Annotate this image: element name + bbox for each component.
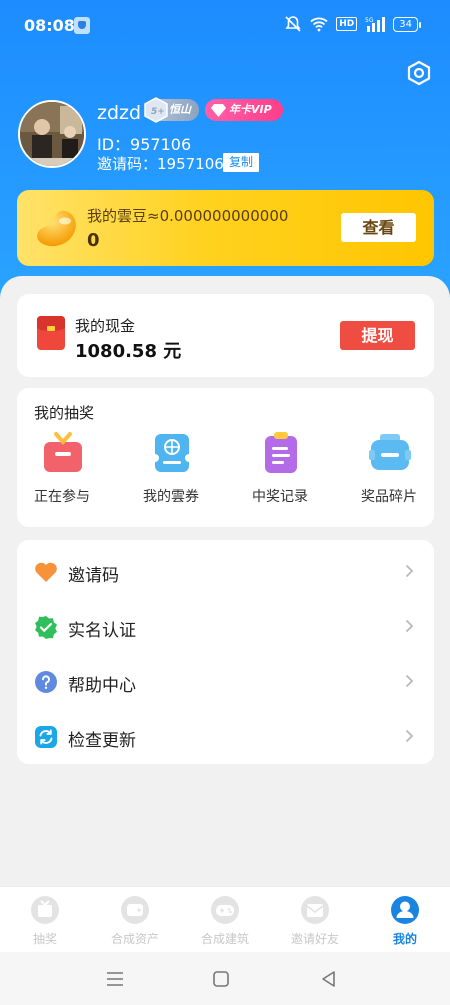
tab-label: 合成资产 [110,932,159,946]
svg-text:5G: 5G [365,17,374,24]
lottery-item-label: 中奖记录 [252,489,308,505]
tab-label: 合成建筑 [200,932,249,946]
username: zdzd [97,102,142,124]
wallet-tab-icon [121,896,149,924]
beans-card: 我的雲豆≈0.000000000000 0 查看 [17,190,434,266]
lottery-item-coupons[interactable]: 我的雲券 [126,432,216,517]
menu-item-help[interactable]: 帮助中心 [17,653,434,708]
chevron-right-icon [405,619,414,633]
bean-icon [37,210,76,247]
home-icon[interactable] [210,968,232,990]
battery-indicator: 34 [393,16,421,32]
wifi-icon [310,17,328,32]
tab-label: 我的 [392,932,417,946]
lottery-item-participating[interactable]: 正在参与 [17,432,107,517]
user-tab-icon [391,896,419,924]
cash-card: 我的现金 1080.58 元 提现 [17,294,434,377]
status-time: 08:08 [24,16,75,35]
verified-badge-icon [35,616,57,639]
diamond-icon [211,104,226,117]
tab-synth-assets[interactable]: 合成资产 [90,895,180,951]
heart-icon [35,562,57,582]
help-icon [35,671,57,693]
level-badge-label: 恒山 [169,103,191,116]
prize-fragment-icon [369,434,411,470]
tab-invite-friends[interactable]: 邀请好友 [270,895,360,951]
system-navigation-bar [0,952,450,1005]
lottery-tab-icon [31,896,59,924]
withdraw-button[interactable]: 提现 [340,321,415,350]
refresh-icon [35,726,57,748]
lottery-card: 我的抽奖 正在参与 我的雲券 中奖记录 奖品碎片 [17,388,434,527]
user-id: ID：957106 [97,135,192,154]
envelope-tab-icon [301,896,329,924]
tab-lottery[interactable]: 抽奖 [0,895,90,951]
tab-profile[interactable]: 我的 [360,895,450,951]
settings-menu: 邀请码 实名认证 帮助中心 检查更新 [17,540,434,764]
hd-badge: HD [336,17,358,31]
shield-icon [74,17,90,34]
settings-hex-icon[interactable] [406,60,432,86]
svg-text:5+: 5+ [151,107,165,117]
menu-item-label: 检查更新 [68,731,136,751]
status-icons: HD 5G 34 [284,15,421,33]
gamepad-tab-icon [211,896,239,924]
mountain-hex-icon: 5+ [144,97,168,123]
menu-item-label: 邀请码 [68,566,119,586]
signal-icon: 5G [365,17,386,32]
cash-title: 我的现金 [75,317,136,335]
lottery-item-records[interactable]: 中奖记录 [235,432,325,517]
menu-item-label: 实名认证 [68,621,136,641]
tab-label: 抽奖 [32,932,57,946]
lottery-title: 我的抽奖 [34,404,95,422]
lottery-item-label: 奖品碎片 [361,489,417,505]
bottom-tab-bar: 抽奖 合成资产 合成建筑 邀请好友 我的 [0,886,450,952]
gift-box-icon [44,432,82,472]
tab-synth-buildings[interactable]: 合成建筑 [180,895,270,951]
chevron-right-icon [405,729,414,743]
tab-label: 邀请好友 [290,932,339,946]
vip-badge-label: 年卡VIP [229,103,272,116]
menu-item-check-update[interactable]: 检查更新 [17,708,434,763]
menu-icon[interactable] [104,968,126,990]
beans-value: 0 [87,230,100,251]
lottery-item-label: 我的雲券 [143,489,199,505]
back-icon[interactable] [318,968,340,990]
cash-amount: 1080.58 元 [75,341,182,362]
lottery-item-fragments[interactable]: 奖品碎片 [344,432,434,517]
invite-code: 邀请码：1957106 [97,155,224,173]
menu-item-verification[interactable]: 实名认证 [17,598,434,653]
menu-item-label: 帮助中心 [68,676,136,696]
chevron-right-icon [405,564,414,578]
vip-badge: 年卡VIP [205,99,283,121]
level-badge: 5+ 恒山 [144,97,199,123]
coupon-icon [151,434,193,472]
avatar[interactable] [18,100,86,168]
red-envelope-icon [37,316,65,350]
beans-label: 我的雲豆≈0.000000000000 [87,207,289,225]
mute-bell-icon [285,16,301,32]
clipboard-icon [265,432,297,473]
chevron-right-icon [405,674,414,688]
copy-button[interactable]: 复制 [223,153,259,172]
lottery-item-label: 正在参与 [34,489,90,505]
main-panel: 我的现金 1080.58 元 提现 我的抽奖 正在参与 我的雲券 中奖记录 奖品… [0,276,450,886]
status-bar: 08:08 HD 5G 34 [0,0,450,52]
view-beans-button[interactable]: 查看 [341,213,416,242]
menu-item-invite-code[interactable]: 邀请码 [17,543,434,598]
